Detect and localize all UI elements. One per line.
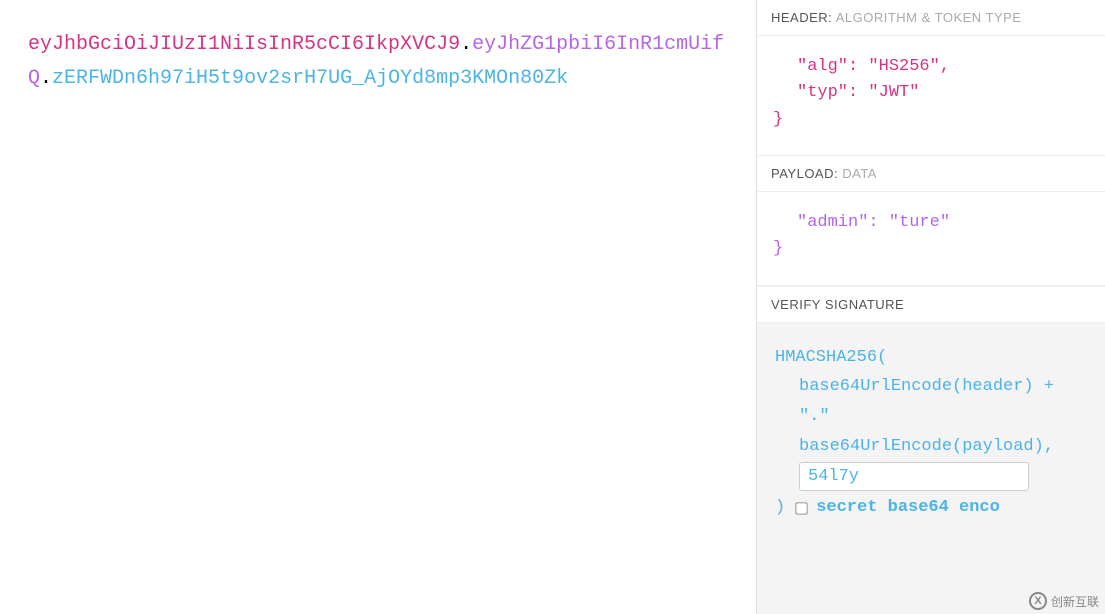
payload-json-body[interactable]: "admin": "ture" }	[757, 192, 1105, 286]
verify-section-title: VERIFY SIGNATURE	[757, 286, 1105, 323]
verify-signature-body: HMACSHA256( base64UrlEncode(header) + ".…	[757, 323, 1105, 534]
watermark-text: 创新互联	[1051, 593, 1099, 610]
encoded-token-panel[interactable]: eyJhbGciOiJIUzI1NiIsInR5cCI6IkpXVCJ9.eyJ…	[0, 0, 757, 614]
secret-input[interactable]	[799, 462, 1029, 491]
payload-close-brace: }	[773, 239, 783, 258]
header-alg-key: "alg"	[797, 57, 848, 76]
payload-admin-value: "ture"	[889, 213, 950, 232]
payload-label: PAYLOAD:	[771, 166, 838, 181]
b64-header-line: base64UrlEncode(header) + "."	[775, 372, 1087, 432]
verify-label: VERIFY SIGNATURE	[771, 297, 904, 312]
header-json-body[interactable]: "alg": "HS256", "typ": "JWT" }	[757, 36, 1105, 156]
jwt-signature-segment: zERFWDn6h97iH5t9ov2srH7UG_AjOYd8mp3KMOn8…	[52, 67, 568, 90]
header-sublabel: ALGORITHM & TOKEN TYPE	[836, 10, 1022, 25]
jwt-header-segment: eyJhbGciOiJIUzI1NiIsInR5cCI6IkpXVCJ9	[28, 33, 460, 56]
secret-base64-checkbox[interactable]	[796, 502, 808, 514]
verify-signature-section: VERIFY SIGNATURE HMACSHA256( base64UrlEn…	[757, 286, 1105, 614]
jwt-dot-2: .	[40, 67, 52, 90]
secret-base64-label: secret base64 enco	[816, 493, 1000, 523]
b64-payload-line: base64UrlEncode(payload),	[775, 432, 1087, 462]
header-section-title: HEADER: ALGORITHM & TOKEN TYPE	[757, 0, 1105, 36]
jwt-dot-1: .	[460, 33, 472, 56]
watermark-icon: X	[1029, 592, 1047, 610]
decoded-panel: HEADER: ALGORITHM & TOKEN TYPE "alg": "H…	[757, 0, 1105, 614]
header-typ-key: "typ"	[797, 83, 848, 102]
header-close-brace: }	[773, 110, 783, 129]
header-label: HEADER:	[771, 10, 832, 25]
header-alg-value: "HS256"	[868, 57, 939, 76]
payload-admin-key: "admin"	[797, 213, 868, 232]
watermark: X 创新互联	[1029, 592, 1099, 610]
payload-section-title: PAYLOAD: DATA	[757, 156, 1105, 192]
payload-sublabel: DATA	[842, 166, 877, 181]
header-typ-value: "JWT"	[868, 83, 919, 102]
hmac-close: )	[775, 493, 785, 523]
hmac-open: HMACSHA256(	[775, 343, 1087, 373]
